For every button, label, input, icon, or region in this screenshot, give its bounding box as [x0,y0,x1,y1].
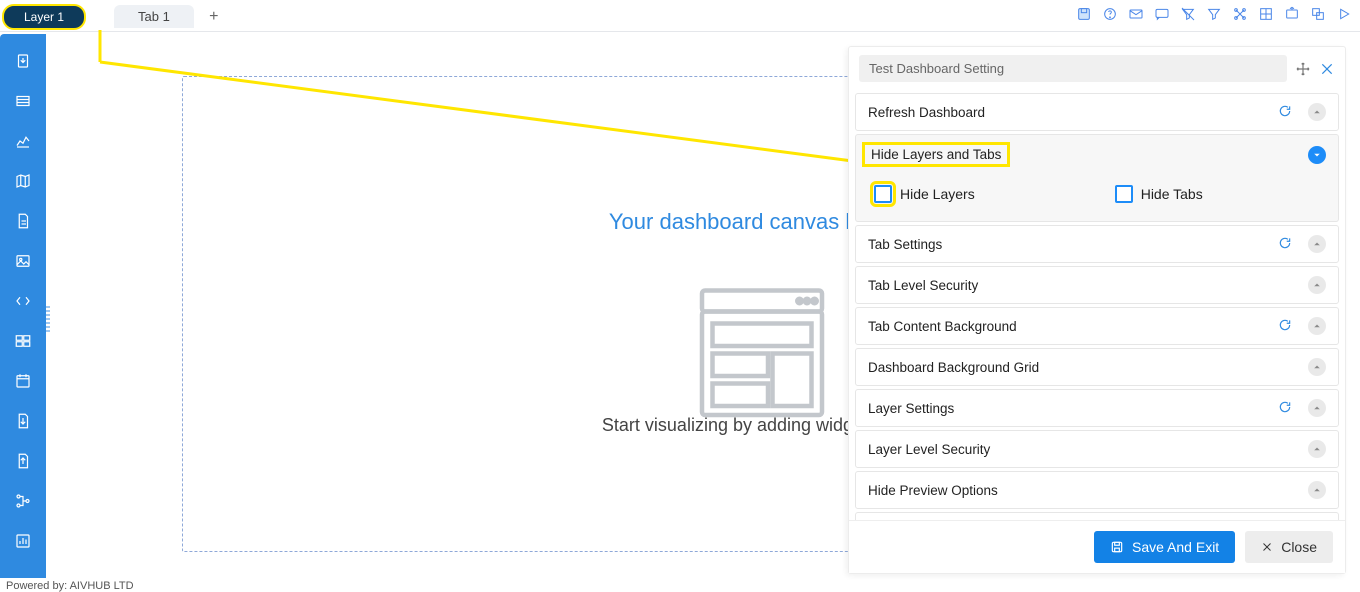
filter-icon[interactable] [1206,6,1222,27]
save-icon [1110,540,1124,554]
checkbox-label: Hide Layers [900,186,975,202]
sidebar-chart-icon[interactable] [14,132,32,150]
section-hide-preview-options[interactable]: Hide Preview Options [855,471,1339,509]
move-icon[interactable] [1295,61,1311,77]
panel-body: Refresh Dashboard Hide Layers and Tabs H… [849,90,1345,520]
chevron-icon [1308,399,1326,417]
sidebar-table-icon[interactable] [14,92,32,110]
section-dashboard-background-grid[interactable]: Dashboard Background Grid [855,348,1339,386]
section-label: Tab Content Background [868,319,1017,334]
section-label: Dashboard Background Grid [868,360,1039,375]
section-label: Layer Settings [868,401,954,416]
sidebar-tree-icon[interactable] [14,492,32,510]
chevron-icon [1308,276,1326,294]
section-tab-settings[interactable]: Tab Settings [855,225,1339,263]
grid-icon[interactable] [1258,6,1274,27]
sidebar-resize-handle[interactable] [46,306,50,332]
export-icon[interactable] [1284,6,1300,27]
section-layer-level-security[interactable]: Layer Level Security [855,430,1339,468]
section-label: Refresh Dashboard [868,105,985,120]
sidebar-calendar-icon[interactable] [14,372,32,390]
add-tab-button[interactable]: + [204,7,224,27]
sidebar-import-icon[interactable] [14,52,32,70]
top-bar: Layer 1 Tab 1 + [0,0,1360,32]
top-toolbar [1076,6,1352,27]
sidebar-doc-icon[interactable] [14,212,32,230]
duplicate-icon[interactable] [1310,6,1326,27]
filter-off-icon[interactable] [1180,6,1196,27]
save-icon[interactable] [1076,6,1092,27]
play-icon[interactable] [1336,6,1352,27]
section-label: Hide Preview Options [868,483,998,498]
refresh-icon[interactable] [1278,104,1292,121]
hide-layers-checkbox[interactable] [874,185,892,203]
close-icon[interactable] [1319,61,1335,77]
panel-footer: Save And Exit Close [849,520,1345,573]
hide-tabs-checkbox[interactable] [1115,185,1133,203]
section-label: Tab Level Security [868,278,978,293]
sidebar-analytics-icon[interactable] [14,532,32,550]
sidebar-gallery-icon[interactable] [14,332,32,350]
mail-icon[interactable] [1128,6,1144,27]
close-button[interactable]: Close [1245,531,1333,563]
button-label: Close [1281,539,1317,555]
panel-title: Test Dashboard Setting [859,55,1287,82]
chevron-icon [1308,358,1326,376]
close-icon [1261,541,1273,553]
section-tab-content-background[interactable]: Tab Content Background [855,307,1339,345]
chevron-icon [1308,103,1326,121]
footer-credit: Powered by: AIVHUB LTD [6,580,134,592]
save-and-exit-button[interactable]: Save And Exit [1094,531,1235,563]
hide-layers-option[interactable]: Hide Layers [874,185,975,203]
sidebar-code-icon[interactable] [14,292,32,310]
wireframe-icon [687,277,837,432]
section-hide-layers-tabs-content: Hide Layers Hide Tabs [855,171,1339,222]
sidebar-report-icon[interactable] [14,412,32,430]
sidebar-image-icon[interactable] [14,252,32,270]
section-confirm-clear-filter[interactable]: Confirm Clear Filter [855,512,1339,520]
sidebar-upload-icon[interactable] [14,452,32,470]
layer-chip[interactable]: Layer 1 [2,4,86,30]
refresh-icon[interactable] [1278,318,1292,335]
chevron-icon [1308,317,1326,335]
section-refresh-dashboard[interactable]: Refresh Dashboard [855,93,1339,131]
section-label: Hide Layers and Tabs [862,142,1010,167]
section-hide-layers-tabs[interactable]: Hide Layers and Tabs [855,134,1339,174]
settings-panel: Test Dashboard Setting Refresh Dashboard… [848,46,1346,574]
left-sidebar [0,34,46,578]
tab-chip[interactable]: Tab 1 [114,5,194,28]
section-label: Layer Level Security [868,442,990,457]
help-icon[interactable] [1102,6,1118,27]
section-label: Tab Settings [868,237,942,252]
button-label: Save And Exit [1132,539,1219,555]
sidebar-map-icon[interactable] [14,172,32,190]
hide-tabs-option[interactable]: Hide Tabs [1115,185,1203,203]
tools-icon[interactable] [1232,6,1248,27]
refresh-icon[interactable] [1278,236,1292,253]
chevron-icon [1308,440,1326,458]
panel-header: Test Dashboard Setting [849,47,1345,90]
section-tab-level-security[interactable]: Tab Level Security [855,266,1339,304]
section-layer-settings[interactable]: Layer Settings [855,389,1339,427]
comment-icon[interactable] [1154,6,1170,27]
refresh-icon[interactable] [1278,400,1292,417]
chevron-icon [1308,481,1326,499]
chevron-down-icon [1308,146,1326,164]
checkbox-label: Hide Tabs [1141,186,1203,202]
chevron-icon [1308,235,1326,253]
